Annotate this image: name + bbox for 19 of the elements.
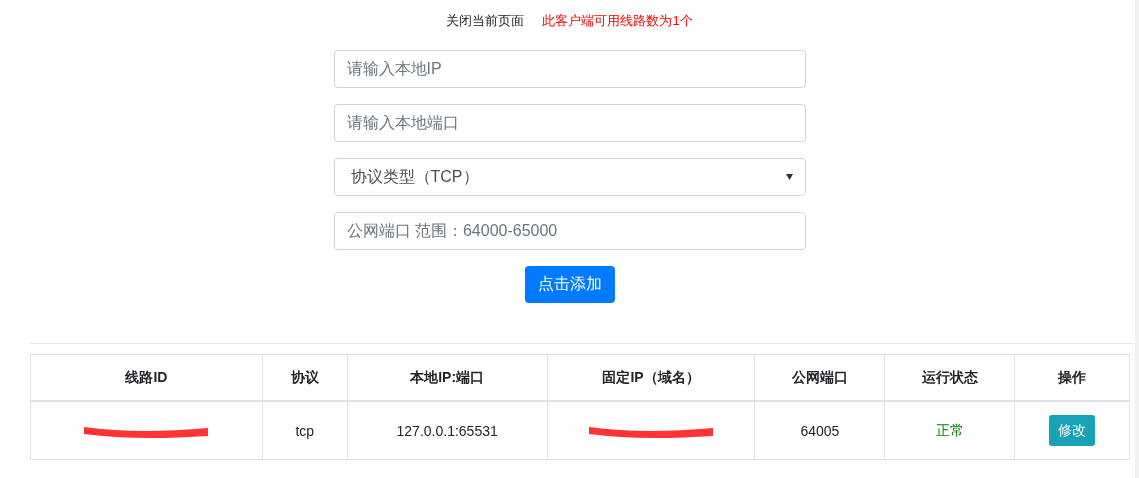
input-field[interactable]: 公网端口 范围：64000-65000: [333, 212, 806, 250]
input-field[interactable]: 请输入本地IP: [333, 50, 806, 88]
caret-icon: [785, 174, 793, 180]
table-cell: 127.0.0.1:65531: [347, 401, 548, 460]
column-header: 线路ID: [30, 354, 263, 401]
column-header: 固定IP（域名）: [547, 354, 755, 401]
column-header: 公网端口: [754, 354, 885, 401]
column-header: 本地IP:端口: [347, 354, 548, 401]
column-header: 操作: [1014, 354, 1130, 401]
protocol-select[interactable]: 协议类型（TCP）: [333, 158, 806, 196]
table-cell: 64005: [754, 401, 885, 460]
close-page-link[interactable]: 关闭当前页面: [446, 12, 525, 32]
input-field[interactable]: 请输入本地端口: [333, 104, 806, 142]
line-count-notice: 此客户端可用线路数为1个: [542, 12, 693, 30]
column-header: 协议: [262, 354, 348, 401]
add-button[interactable]: 点击添加: [524, 266, 615, 303]
column-header: 运行状态: [884, 354, 1015, 401]
table-cell: tcp: [262, 401, 348, 460]
status-text: 正常: [935, 421, 964, 438]
